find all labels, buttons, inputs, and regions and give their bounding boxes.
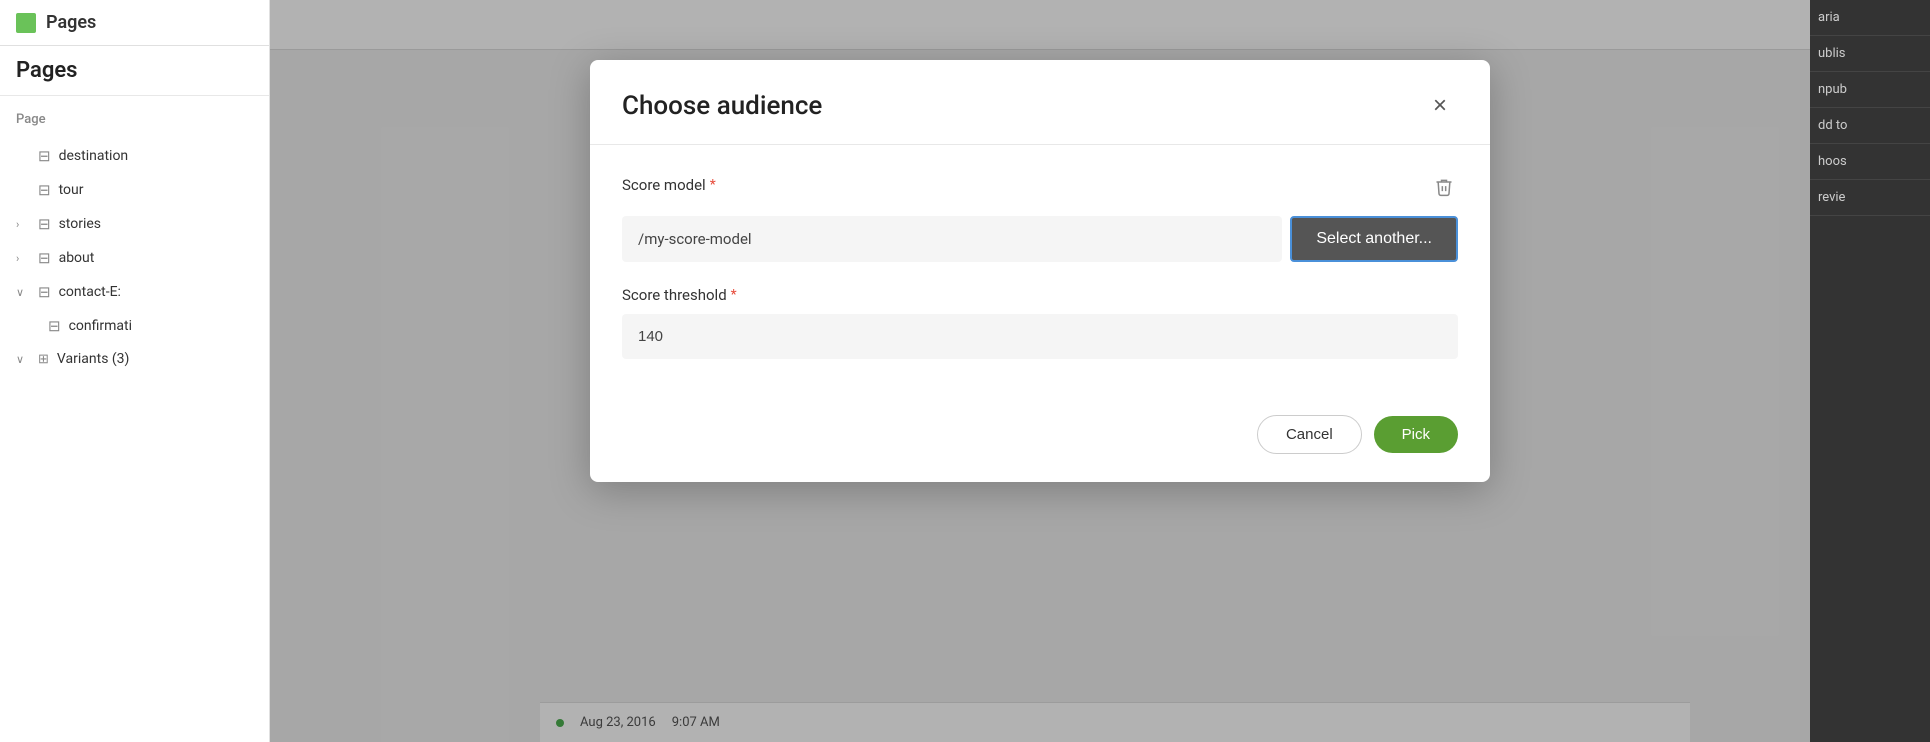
sidebar-item-about[interactable]: › ⊟ about [0, 241, 269, 275]
modal-close-button[interactable]: × [1422, 88, 1458, 124]
sidebar-item-label: Variants (3) [57, 351, 130, 367]
modal-footer: Cancel Pick [590, 415, 1490, 482]
sidebar-item-label: destination [59, 148, 129, 164]
sidebar-item-label: confirmati [69, 318, 132, 334]
chevron-right-icon: › [16, 218, 30, 231]
folder-icon: ⊟ [38, 147, 51, 165]
delete-score-model-button[interactable] [1430, 173, 1458, 206]
app-container: Pages Pages Page ⊟ destination ⊟ tour › … [0, 0, 1930, 742]
modal-overlay: Choose audience × Score model * [270, 0, 1810, 742]
sidebar-items: ⊟ destination ⊟ tour › ⊟ stories › ⊟ abo… [0, 135, 269, 379]
cancel-button[interactable]: Cancel [1257, 415, 1362, 454]
sidebar-item-stories[interactable]: › ⊟ stories [0, 207, 269, 241]
sidebar-item-confirmation[interactable]: ⊟ confirmati [0, 309, 269, 343]
main-content: Choose audience × Score model * [270, 0, 1810, 742]
right-panel-item[interactable]: aria [1810, 0, 1930, 36]
modal-header: Choose audience × [590, 60, 1490, 145]
right-panel-item[interactable]: ublis [1810, 36, 1930, 72]
score-threshold-label: Score threshold * [622, 286, 1458, 304]
score-threshold-input[interactable] [622, 314, 1458, 359]
sidebar-header: Pages [0, 0, 269, 46]
sidebar-item-tour[interactable]: ⊟ tour [0, 173, 269, 207]
required-star: * [710, 177, 716, 193]
select-another-button[interactable]: Select another... [1290, 216, 1458, 262]
sidebar-item-label: about [59, 250, 95, 266]
chevron-right-icon: › [16, 252, 30, 265]
sidebar-pages-heading: Pages [0, 46, 269, 96]
sidebar-item-label: stories [59, 216, 101, 232]
score-model-value: /my-score-model [622, 216, 1282, 262]
app-logo [16, 13, 36, 33]
sidebar-item-contact[interactable]: ∨ ⊟ contact-E: [0, 275, 269, 309]
folder-icon: ⊟ [38, 215, 51, 233]
folder-icon: ⊟ [38, 181, 51, 199]
pick-button[interactable]: Pick [1374, 416, 1458, 453]
required-star: * [731, 287, 737, 303]
folder-icon: ⊟ [38, 249, 51, 267]
sidebar-item-variants[interactable]: ∨ ⊞ Variants (3) [0, 343, 269, 375]
trash-icon [1434, 177, 1454, 197]
app-title: Pages [46, 12, 96, 33]
chevron-down-icon: ∨ [16, 286, 30, 299]
right-panel: aria ublis npub dd to hoos revie [1810, 0, 1930, 742]
right-panel-item[interactable]: dd to [1810, 108, 1930, 144]
sidebar: Pages Pages Page ⊟ destination ⊟ tour › … [0, 0, 270, 742]
score-threshold-field: Score threshold * [622, 286, 1458, 359]
right-panel-item[interactable]: hoos [1810, 144, 1930, 180]
chevron-down-icon: ∨ [16, 353, 30, 366]
sidebar-section-label: Page [0, 96, 269, 135]
modal-body: Score model * [590, 145, 1490, 415]
score-model-header-row: Score model * [622, 173, 1458, 206]
choose-audience-modal: Choose audience × Score model * [590, 60, 1490, 482]
modal-title: Choose audience [622, 91, 822, 121]
right-panel-item[interactable]: revie [1810, 180, 1930, 216]
right-panel-item[interactable]: npub [1810, 72, 1930, 108]
sidebar-item-destination[interactable]: ⊟ destination [0, 139, 269, 173]
folder-icon: ⊟ [48, 317, 61, 335]
sidebar-item-label: tour [59, 182, 84, 198]
score-model-field: Score model * [622, 173, 1458, 262]
score-model-label: Score model * [622, 176, 716, 194]
score-model-row: /my-score-model Select another... [622, 216, 1458, 262]
sidebar-item-label: contact-E: [59, 284, 121, 300]
variants-icon: ⊞ [38, 352, 49, 367]
folder-icon: ⊟ [38, 283, 51, 301]
